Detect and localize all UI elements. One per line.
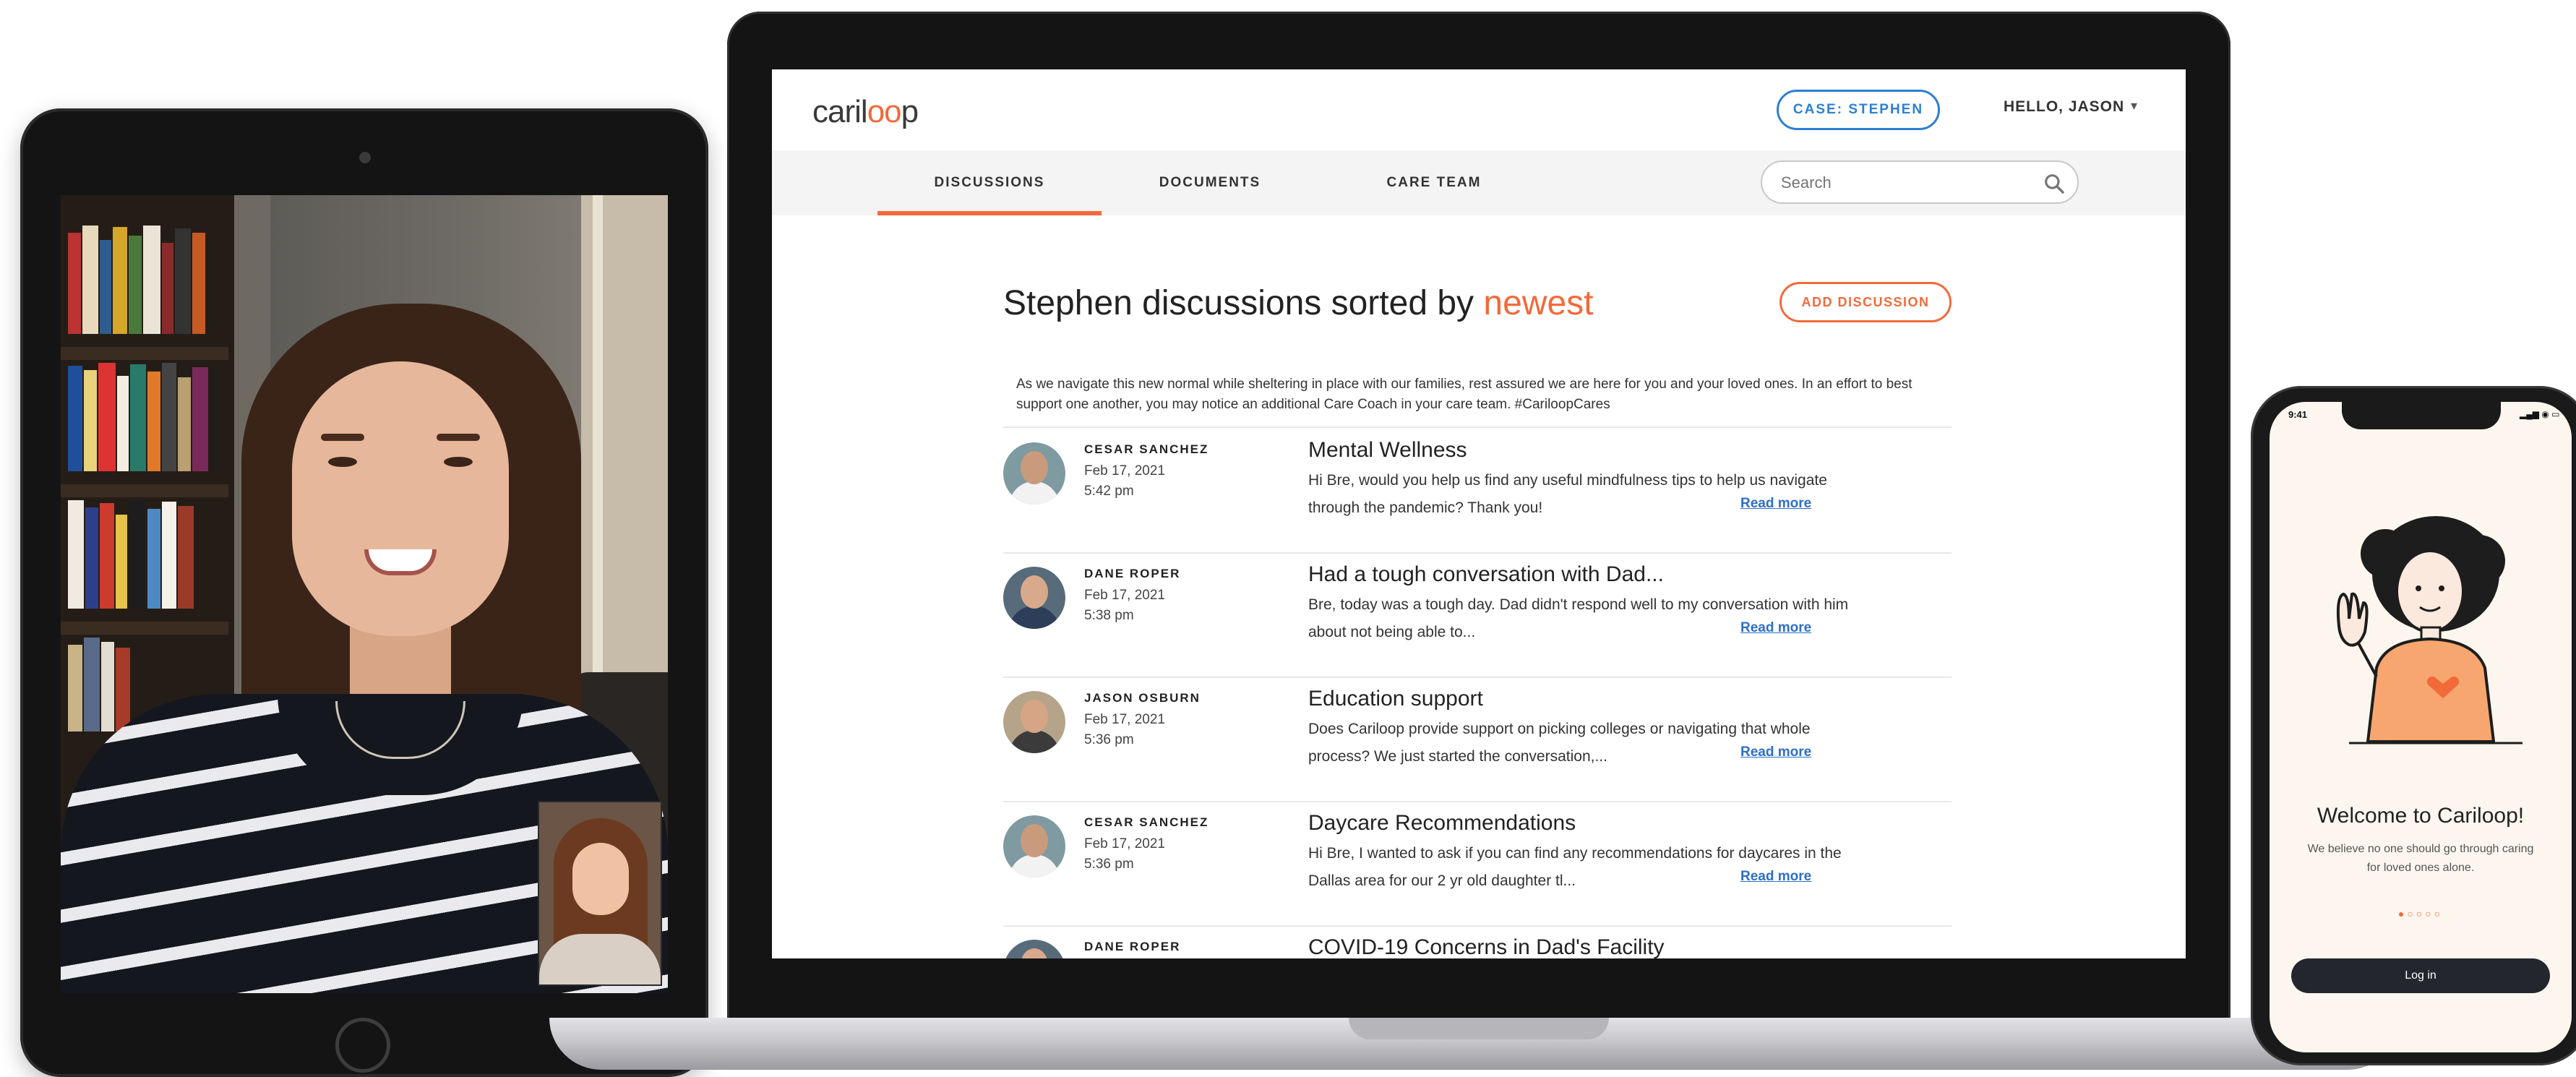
welcome-tagline: We believe no one should go through cari… <box>2307 843 2534 874</box>
avatar <box>1003 940 1065 958</box>
waving-person-illustration <box>2336 516 2523 745</box>
search-input[interactable] <box>1779 168 2028 198</box>
discussion-row[interactable]: CESAR SANCHEZ Feb 17, 2021 5:36 pm Daycar… <box>1003 802 1952 927</box>
case-selector-button[interactable]: CASE: STEPHEN <box>1777 90 1940 130</box>
discussion-row[interactable]: DANE ROPER Feb 17, 2021 5:38 pm Had a tou… <box>1003 554 1952 678</box>
phone-notch <box>2342 402 2501 429</box>
avatar <box>1003 691 1065 753</box>
nav-bar: DISCUSSIONS DOCUMENTS CARE TEAM <box>772 150 2186 215</box>
shelf-board <box>61 484 228 497</box>
tab-discussions[interactable]: DISCUSSIONS <box>877 150 1102 215</box>
user-menu-greeting[interactable]: HELLO, JASON <box>2004 98 2124 116</box>
discussion-row[interactable]: DANE ROPER COVID-19 Concerns in Dad's Fa… <box>1003 927 1952 958</box>
tab-care-team[interactable]: CARE TEAM <box>1318 150 1550 215</box>
discussion-title[interactable]: Had a tough conversation with Dad... <box>1308 562 1664 587</box>
chevron-down-icon[interactable]: ▾ <box>2131 98 2137 113</box>
avatar <box>1003 815 1065 878</box>
tab-documents[interactable]: DOCUMENTS <box>1102 150 1318 215</box>
app-header: cariloop CASE: STEPHEN HELLO, JASON ▾ <box>772 69 2186 150</box>
divider <box>1003 426 1952 428</box>
post-date: Feb 17, 2021 5:36 pm <box>1084 712 1165 747</box>
discussion-title[interactable]: Mental Wellness <box>1308 438 1467 463</box>
video-call-screen <box>61 195 668 993</box>
read-more-link[interactable]: Read more <box>1740 869 1811 885</box>
discussion-preview: Hi Bre, I wanted to ask if you can find … <box>1308 845 1842 889</box>
author-name: CESAR SANCHEZ <box>1084 815 1209 829</box>
search-icon[interactable] <box>2043 172 2066 195</box>
person-eye <box>328 457 357 467</box>
status-time: 9:41 <box>2288 409 2308 420</box>
discussion-title[interactable]: COVID-19 Concerns in Dad's Facility <box>1308 935 1665 958</box>
tablet-device <box>20 108 708 1077</box>
laptop-screen: cariloop CASE: STEPHEN HELLO, JASON ▾ DI… <box>772 69 2186 958</box>
person-eye <box>444 457 473 467</box>
post-date: Feb 17, 2021 5:38 pm <box>1084 588 1165 623</box>
sort-order-toggle[interactable]: newest <box>1483 284 1593 322</box>
author-name: DANE ROPER <box>1084 567 1181 580</box>
avatar <box>1003 567 1065 629</box>
discussion-preview: Hi Bre, would you help us find any usefu… <box>1308 472 1827 516</box>
author-name: DANE ROPER <box>1084 940 1181 953</box>
read-more-link[interactable]: Read more <box>1740 745 1811 760</box>
active-tab-indicator <box>877 211 1102 215</box>
self-view-thumbnail[interactable] <box>538 801 662 986</box>
cariloop-logo[interactable]: cariloop <box>812 94 919 130</box>
tablet-camera <box>359 152 371 163</box>
phone-device: 9:41 ▂▄▆ ◉ ▭ Welcome to Cariloop! We bel… <box>2251 386 2576 1065</box>
notice-banner: As we navigate this new normal while she… <box>1016 377 1912 412</box>
discussion-title[interactable]: Daycare Recommendations <box>1308 811 1576 836</box>
book-row <box>61 224 228 347</box>
read-more-link[interactable]: Read more <box>1740 496 1811 512</box>
avatar <box>1003 442 1065 505</box>
book-row <box>61 361 228 484</box>
discussion-preview: Does Cariloop provide support on picking… <box>1308 721 1811 765</box>
person-brow <box>321 434 364 441</box>
tablet-home-button[interactable] <box>335 1018 390 1073</box>
onboarding-page-dots[interactable]: ●○○○○ <box>2270 908 2572 919</box>
self-view-face <box>572 843 629 915</box>
post-date: Feb 17, 2021 5:42 pm <box>1084 463 1165 499</box>
discussion-row[interactable]: CESAR SANCHEZ Feb 17, 2021 5:42 pm Mental… <box>1003 429 1952 554</box>
welcome-heading: Welcome to Cariloop! <box>2317 804 2525 828</box>
discussion-preview: Bre, today was a tough day. Dad didn't r… <box>1308 596 1849 640</box>
read-more-link[interactable]: Read more <box>1740 620 1811 636</box>
phone-screen: 9:41 ▂▄▆ ◉ ▭ Welcome to Cariloop! We bel… <box>2270 402 2572 1052</box>
self-view-body <box>539 934 661 984</box>
discussion-row[interactable]: JASON OSBURN Feb 17, 2021 5:36 pm Educati… <box>1003 678 1952 802</box>
status-icons: ▂▄▆ ◉ ▭ <box>2520 409 2560 419</box>
author-name: CESAR SANCHEZ <box>1084 442 1209 456</box>
author-name: JASON OSBURN <box>1084 691 1201 705</box>
shelf-board <box>61 622 228 635</box>
post-date: Feb 17, 2021 5:36 pm <box>1084 836 1165 872</box>
person-brow <box>437 434 480 441</box>
book-row <box>61 499 228 622</box>
laptop-opening-notch <box>1349 1018 1609 1039</box>
discussion-title[interactable]: Education support <box>1308 687 1483 711</box>
add-discussion-button[interactable]: ADD DISCUSSION <box>1779 282 1952 322</box>
search-box[interactable] <box>1761 160 2079 204</box>
person-face <box>292 361 509 636</box>
shelf-board <box>61 347 228 360</box>
page-title: Stephen discussions sorted by newest <box>1003 284 1594 322</box>
login-button[interactable]: Log in <box>2291 958 2550 993</box>
